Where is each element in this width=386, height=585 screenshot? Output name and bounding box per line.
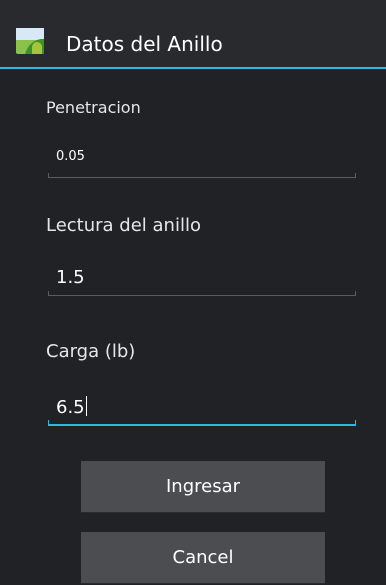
lectura-anillo-underline: [48, 295, 356, 296]
lectura-anillo-underline-right-tick: [355, 291, 356, 296]
penetracion-input[interactable]: 0.05: [48, 138, 356, 178]
lectura-anillo-underline-left-tick: [48, 291, 49, 296]
android-app-icon: [16, 28, 44, 54]
carga-label: Carga (lb): [46, 341, 136, 362]
title-divider: [0, 67, 386, 69]
dialog-title: Datos del Anillo: [66, 32, 223, 56]
text-cursor: [85, 396, 87, 416]
dialog-titlebar: Datos del Anillo: [0, 0, 386, 67]
cancel-button[interactable]: Cancel: [81, 532, 325, 584]
carga-underline-focused: [48, 424, 356, 426]
penetracion-underline-left-tick: [48, 173, 49, 178]
carga-value: 6.5: [56, 397, 85, 418]
carga-value-wrapper: 6.5: [56, 396, 87, 418]
penetracion-value: 0.05: [56, 149, 85, 164]
penetracion-underline-right-tick: [355, 173, 356, 178]
datos-anillo-dialog: Datos del Anillo Penetracion 0.05 Lectur…: [0, 0, 386, 585]
lectura-anillo-label: Lectura del anillo: [46, 215, 201, 236]
carga-input[interactable]: 6.5: [48, 386, 356, 426]
carga-underline-right-tick: [355, 420, 356, 426]
ingresar-button[interactable]: Ingresar: [81, 461, 325, 513]
penetracion-label: Penetracion: [46, 98, 141, 117]
penetracion-underline: [48, 177, 356, 178]
lectura-anillo-input[interactable]: 1.5: [48, 256, 356, 296]
lectura-anillo-value: 1.5: [56, 267, 85, 288]
carga-underline-left-tick: [48, 420, 49, 426]
